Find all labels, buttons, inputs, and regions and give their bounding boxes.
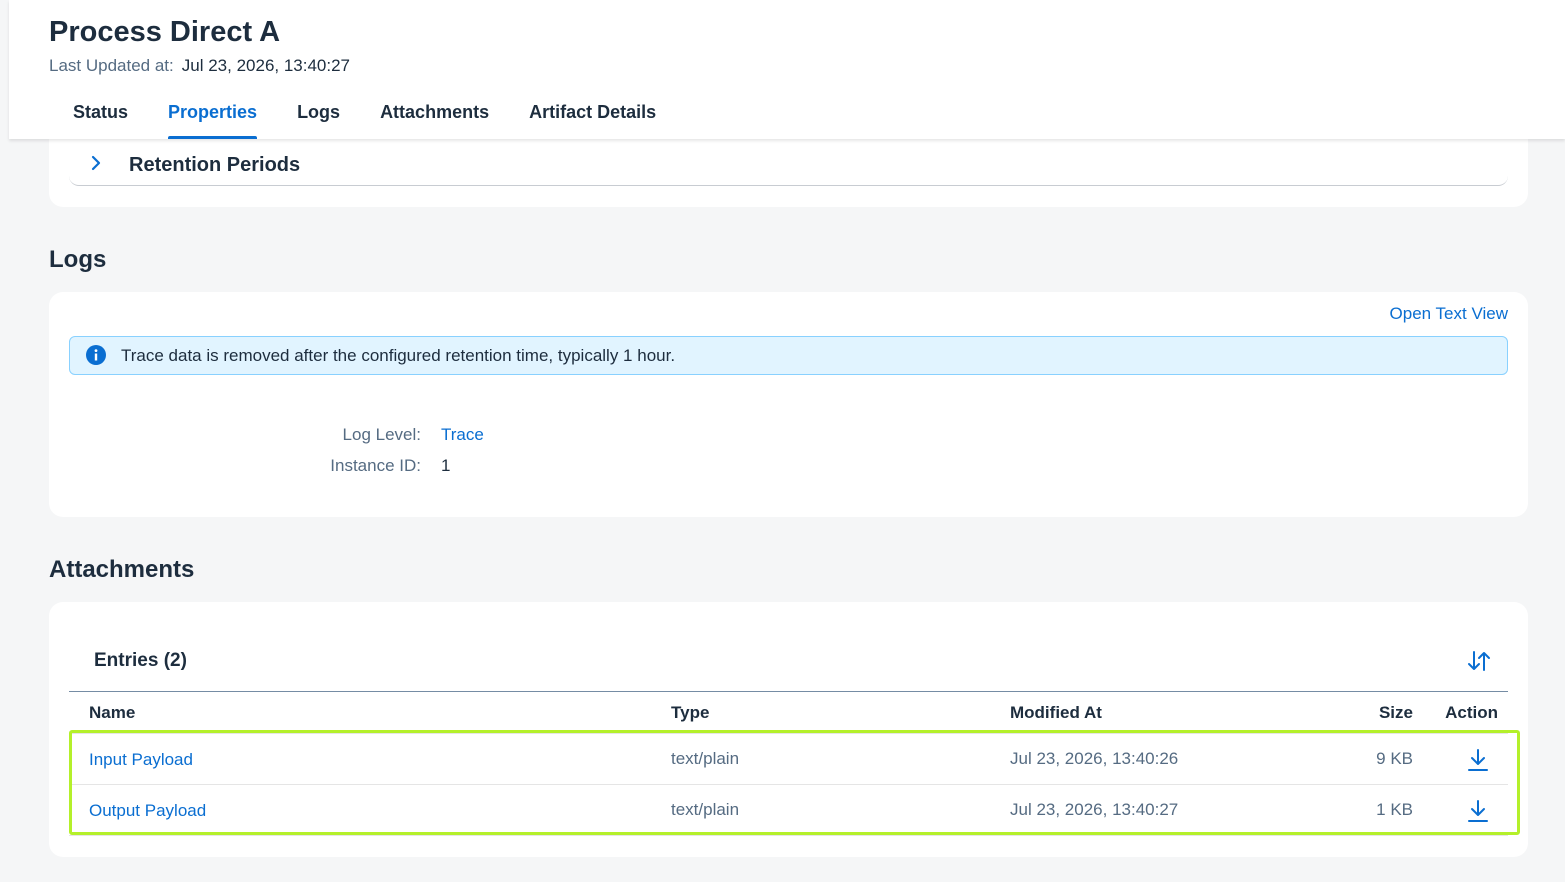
- table-row[interactable]: Output Payload text/plain Jul 23, 2026, …: [69, 785, 1508, 836]
- log-level-value[interactable]: Trace: [441, 425, 484, 445]
- chevron-right-icon[interactable]: [87, 153, 105, 173]
- download-icon[interactable]: [1465, 747, 1491, 773]
- retention-periods-label: Retention Periods: [129, 154, 301, 176]
- tab-properties[interactable]: Properties: [168, 100, 258, 139]
- table-header: Name Type Modified At Size Action: [69, 692, 1508, 734]
- page-title: Process Direct A: [49, 16, 281, 48]
- attachment-name-link[interactable]: Input Payload: [89, 750, 193, 770]
- attachments-section-title: Attachments: [49, 556, 195, 583]
- info-message-strip: Trace data is removed after the configur…: [69, 336, 1508, 375]
- open-text-view-link[interactable]: Open Text View: [1390, 304, 1508, 324]
- attachment-modified: Jul 23, 2026, 13:40:27: [1010, 800, 1179, 819]
- object-page-header: Process Direct A Last Updated at: Jul 23,…: [9, 0, 1565, 139]
- retention-periods-panel[interactable]: Retention Periods: [69, 143, 1508, 186]
- tab-status[interactable]: Status: [73, 100, 128, 139]
- instance-id-label: Instance ID:: [330, 456, 421, 475]
- table-row[interactable]: Input Payload text/plain Jul 23, 2026, 1…: [69, 734, 1508, 785]
- column-modified-at[interactable]: Modified At: [1010, 703, 1102, 723]
- attachment-size: 1 KB: [1376, 800, 1413, 819]
- logs-section-title: Logs: [49, 246, 107, 273]
- info-message-text: Trace data is removed after the configur…: [121, 346, 676, 365]
- attachments-table: Name Type Modified At Size Action Input …: [69, 691, 1508, 836]
- attachment-modified: Jul 23, 2026, 13:40:26: [1010, 749, 1179, 768]
- last-updated: Last Updated at: Jul 23, 2026, 13:40:27: [49, 56, 350, 76]
- column-type[interactable]: Type: [671, 703, 709, 723]
- attachment-size: 9 KB: [1376, 749, 1413, 768]
- column-name[interactable]: Name: [89, 703, 135, 723]
- attachment-name-link[interactable]: Output Payload: [89, 801, 206, 821]
- logs-card: Open Text View Trace data is removed aft…: [49, 292, 1528, 517]
- last-updated-value: Jul 23, 2026, 13:40:27: [181, 56, 351, 75]
- tab-bar: Status Properties Logs Attachments Artif…: [49, 100, 696, 139]
- entries-count: Entries (2): [94, 650, 187, 671]
- attachment-type: text/plain: [671, 749, 740, 768]
- column-size[interactable]: Size: [1379, 703, 1413, 723]
- tab-logs[interactable]: Logs: [297, 100, 340, 139]
- download-icon[interactable]: [1465, 798, 1491, 824]
- instance-id-value: 1: [441, 456, 451, 475]
- column-action: Action: [1445, 703, 1498, 722]
- tab-artifact-details[interactable]: Artifact Details: [529, 100, 656, 139]
- log-level-label: Log Level:: [342, 425, 421, 444]
- attachments-card: Entries (2) Name Type Modified At Size A…: [49, 602, 1528, 857]
- info-icon: [86, 345, 106, 365]
- attachment-type: text/plain: [671, 800, 740, 819]
- tab-attachments[interactable]: Attachments: [380, 100, 489, 139]
- sort-icon[interactable]: [1466, 649, 1492, 673]
- last-updated-label: Last Updated at:: [49, 56, 174, 75]
